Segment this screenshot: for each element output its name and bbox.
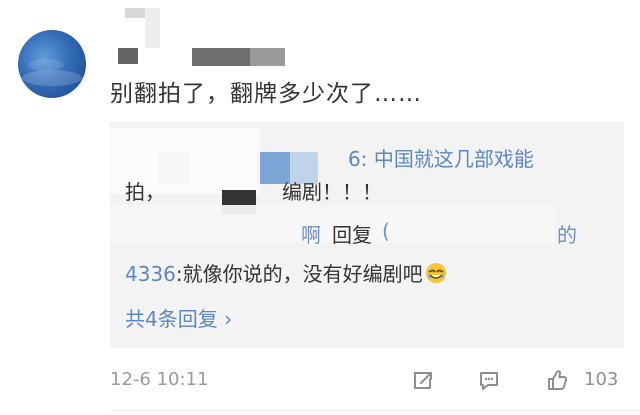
first-reply-line-two-suffix: 编剧！！！ <box>282 180 382 204</box>
redacted-block-top-5 <box>250 48 285 66</box>
redacted-block-top-2 <box>145 8 160 48</box>
comment-timestamp: 12-6 10:11 <box>110 369 209 390</box>
comment-button[interactable] <box>473 364 505 396</box>
second-reply-header-paren: ( <box>382 219 390 243</box>
laughing-tears-emoji-icon <box>425 262 447 284</box>
comment-text: 别翻拍了，翻牌多少次了…… <box>110 81 422 107</box>
share-icon <box>414 372 432 389</box>
redacted-block-top-4 <box>192 48 250 66</box>
second-reply-text: :就像你说的，没有好编剧吧 <box>175 262 423 286</box>
comment-icon <box>480 372 498 390</box>
avatar[interactable] <box>18 30 86 98</box>
redacted-block-top-3 <box>118 48 138 64</box>
avatar-image <box>22 59 82 86</box>
second-reply-header-partial[interactable]: 啊 <box>301 219 321 248</box>
view-all-replies-link[interactable]: 共4条回复 › <box>125 303 232 332</box>
first-reply-line-two-prefix: 拍， <box>125 180 165 204</box>
share-button[interactable] <box>407 364 439 396</box>
like-button[interactable] <box>540 364 572 396</box>
first-reply-user-tail[interactable]: 6: 中国就这几部戏能 <box>348 143 534 172</box>
thumb-up-icon <box>548 370 568 390</box>
like-count: 103 <box>584 369 619 390</box>
second-reply-name[interactable]: 4336 <box>125 262 176 286</box>
reply-box[interactable]: 6: 中国就这几部戏能 拍， 编剧！！！ 啊 回复 ( 的 4336:就像你说的… <box>110 122 624 348</box>
second-reply-header-tail: 的 <box>557 223 577 247</box>
second-reply-line: 4336:就像你说的，没有好编剧吧 <box>125 258 447 287</box>
second-reply-header-reply: 回复 <box>332 223 372 247</box>
bottom-divider <box>110 410 640 411</box>
